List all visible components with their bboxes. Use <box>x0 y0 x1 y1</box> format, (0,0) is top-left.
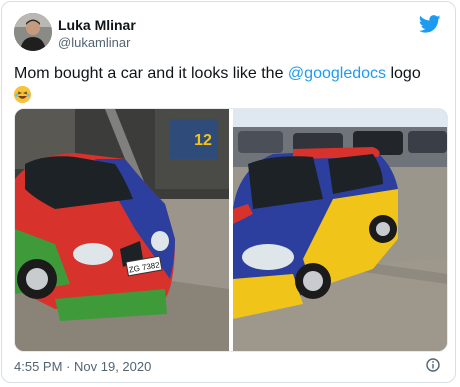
mention-link[interactable]: @googledocs <box>288 65 386 82</box>
tweet-time[interactable]: 4:55 PM <box>14 359 62 374</box>
tweet-text-tail: logo <box>386 65 421 82</box>
info-icon[interactable] <box>426 358 440 372</box>
avatar[interactable] <box>14 13 52 51</box>
timestamp-separator: · <box>66 359 71 374</box>
sign-number-text: 12 <box>194 132 212 149</box>
photo-grid: 12 ZG 7382 <box>14 108 448 352</box>
tweet-card[interactable]: Luka Mlinar @lukamlinar Mom bought a car… <box>1 1 456 383</box>
photo-right[interactable] <box>233 109 447 351</box>
twitter-bird-icon[interactable] <box>418 15 441 33</box>
laughing-face-emoji-icon <box>14 86 31 103</box>
timestamp[interactable]: 4:55 PM · Nov 19, 2020 <box>14 359 151 374</box>
author-handle[interactable]: @lukamlinar <box>58 35 130 50</box>
tweet-text-body: Mom bought a car and it looks like the <box>14 65 288 82</box>
photo-left[interactable]: 12 ZG 7382 <box>15 109 229 351</box>
author-name[interactable]: Luka Mlinar <box>58 17 136 33</box>
tweet-text: Mom bought a car and it looks like the @… <box>14 64 444 106</box>
tweet-date[interactable]: Nov 19, 2020 <box>74 359 151 374</box>
